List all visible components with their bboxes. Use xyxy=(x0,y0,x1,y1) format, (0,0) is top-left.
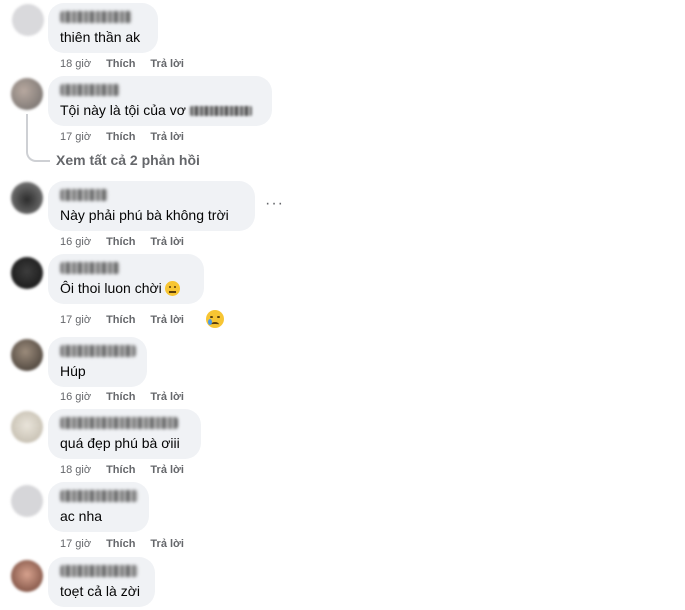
comment-bubble: Này phải phú bà không trời xyxy=(48,181,255,231)
like-button[interactable]: Thích xyxy=(106,314,135,326)
view-all-replies-link[interactable]: Xem tất cả 2 phản hồi xyxy=(56,152,200,168)
commenter-name-redacted[interactable] xyxy=(60,490,138,502)
comment-text: Húp xyxy=(60,363,86,379)
avatar[interactable] xyxy=(11,560,43,592)
comment-time[interactable]: 17 giờ xyxy=(60,314,91,326)
like-button[interactable]: Thích xyxy=(106,58,135,70)
avatar[interactable] xyxy=(11,485,43,517)
comment-meta: 17 giờ Thích Trả lời xyxy=(60,131,199,143)
comment-meta: 18 giờ Thích Trả lời xyxy=(60,464,199,476)
comment-meta: 17 giờ Thích Trả lời xyxy=(60,314,199,326)
comment-text: toẹt cả là zời xyxy=(60,583,140,599)
commenter-name-redacted[interactable] xyxy=(60,262,120,274)
like-button[interactable]: Thích xyxy=(106,236,135,248)
reply-button[interactable]: Trả lời xyxy=(150,538,184,550)
reply-button[interactable]: Trả lời xyxy=(150,131,184,143)
comment-bubble: ac nha xyxy=(48,482,149,532)
comment-bubble: quá đẹp phú bà ơiii xyxy=(48,409,201,459)
like-button[interactable]: Thích xyxy=(106,464,135,476)
comment-time[interactable]: 17 giờ xyxy=(60,538,91,550)
reply-thread-line xyxy=(26,114,50,162)
commenter-name-redacted[interactable] xyxy=(60,84,120,96)
reply-button[interactable]: Trả lời xyxy=(150,314,184,326)
avatar[interactable] xyxy=(11,411,43,443)
commenter-name-redacted[interactable] xyxy=(60,11,132,23)
avatar[interactable] xyxy=(11,339,43,371)
comment-time[interactable]: 16 giờ xyxy=(60,236,91,248)
avatar[interactable] xyxy=(11,257,43,289)
avatar[interactable] xyxy=(11,182,43,214)
comment-text: Này phải phú bà không trời xyxy=(60,207,229,223)
comment-bubble: Ôi thoi luon chời xyxy=(48,254,204,304)
reply-button[interactable]: Trả lời xyxy=(150,58,184,70)
redacted-tag xyxy=(189,106,252,117)
comment-text: thiên thần ak xyxy=(60,29,141,45)
comment-time[interactable]: 16 giờ xyxy=(60,391,91,403)
like-button[interactable]: Thích xyxy=(106,538,135,550)
comment-time[interactable]: 17 giờ xyxy=(60,131,91,143)
commenter-name-redacted[interactable] xyxy=(60,565,138,577)
comment-time[interactable]: 18 giờ xyxy=(60,464,91,476)
reply-button[interactable]: Trả lời xyxy=(150,391,184,403)
reply-button[interactable]: Trả lời xyxy=(150,464,184,476)
comment-time[interactable]: 18 giờ xyxy=(60,58,91,70)
comment-bubble: Húp xyxy=(48,337,147,387)
comment-bubble: thiên thần ak xyxy=(48,3,158,53)
commenter-name-redacted[interactable] xyxy=(60,417,178,429)
comment-text: Tội này là tội của vơ xyxy=(60,102,186,118)
comment-text: ac nha xyxy=(60,508,103,524)
sad-reaction-icon[interactable] xyxy=(206,310,224,328)
comment-bubble: toẹt cả là zời xyxy=(48,557,155,607)
comment-meta: 17 giờ Thích Trả lời xyxy=(60,538,199,550)
commenter-name-redacted[interactable] xyxy=(60,189,108,201)
avatar[interactable] xyxy=(12,4,44,36)
comment-text: Ôi thoi luon chời xyxy=(60,280,162,296)
like-button[interactable]: Thích xyxy=(106,391,135,403)
neutral-face-emoji-icon xyxy=(164,281,180,296)
avatar[interactable] xyxy=(11,78,43,110)
comment-meta: 18 giờ Thích Trả lời xyxy=(60,58,199,70)
comment-bubble: Tội này là tội của vơ xyxy=(48,76,272,126)
comment-meta: 16 giờ Thích Trả lời xyxy=(60,236,199,248)
commenter-name-redacted[interactable] xyxy=(60,345,136,357)
more-options-icon[interactable]: ··· xyxy=(265,195,284,213)
comment-text: quá đẹp phú bà ơiii xyxy=(60,435,180,451)
like-button[interactable]: Thích xyxy=(106,131,135,143)
comment-meta: 16 giờ Thích Trả lời xyxy=(60,391,199,403)
reply-button[interactable]: Trả lời xyxy=(150,236,184,248)
